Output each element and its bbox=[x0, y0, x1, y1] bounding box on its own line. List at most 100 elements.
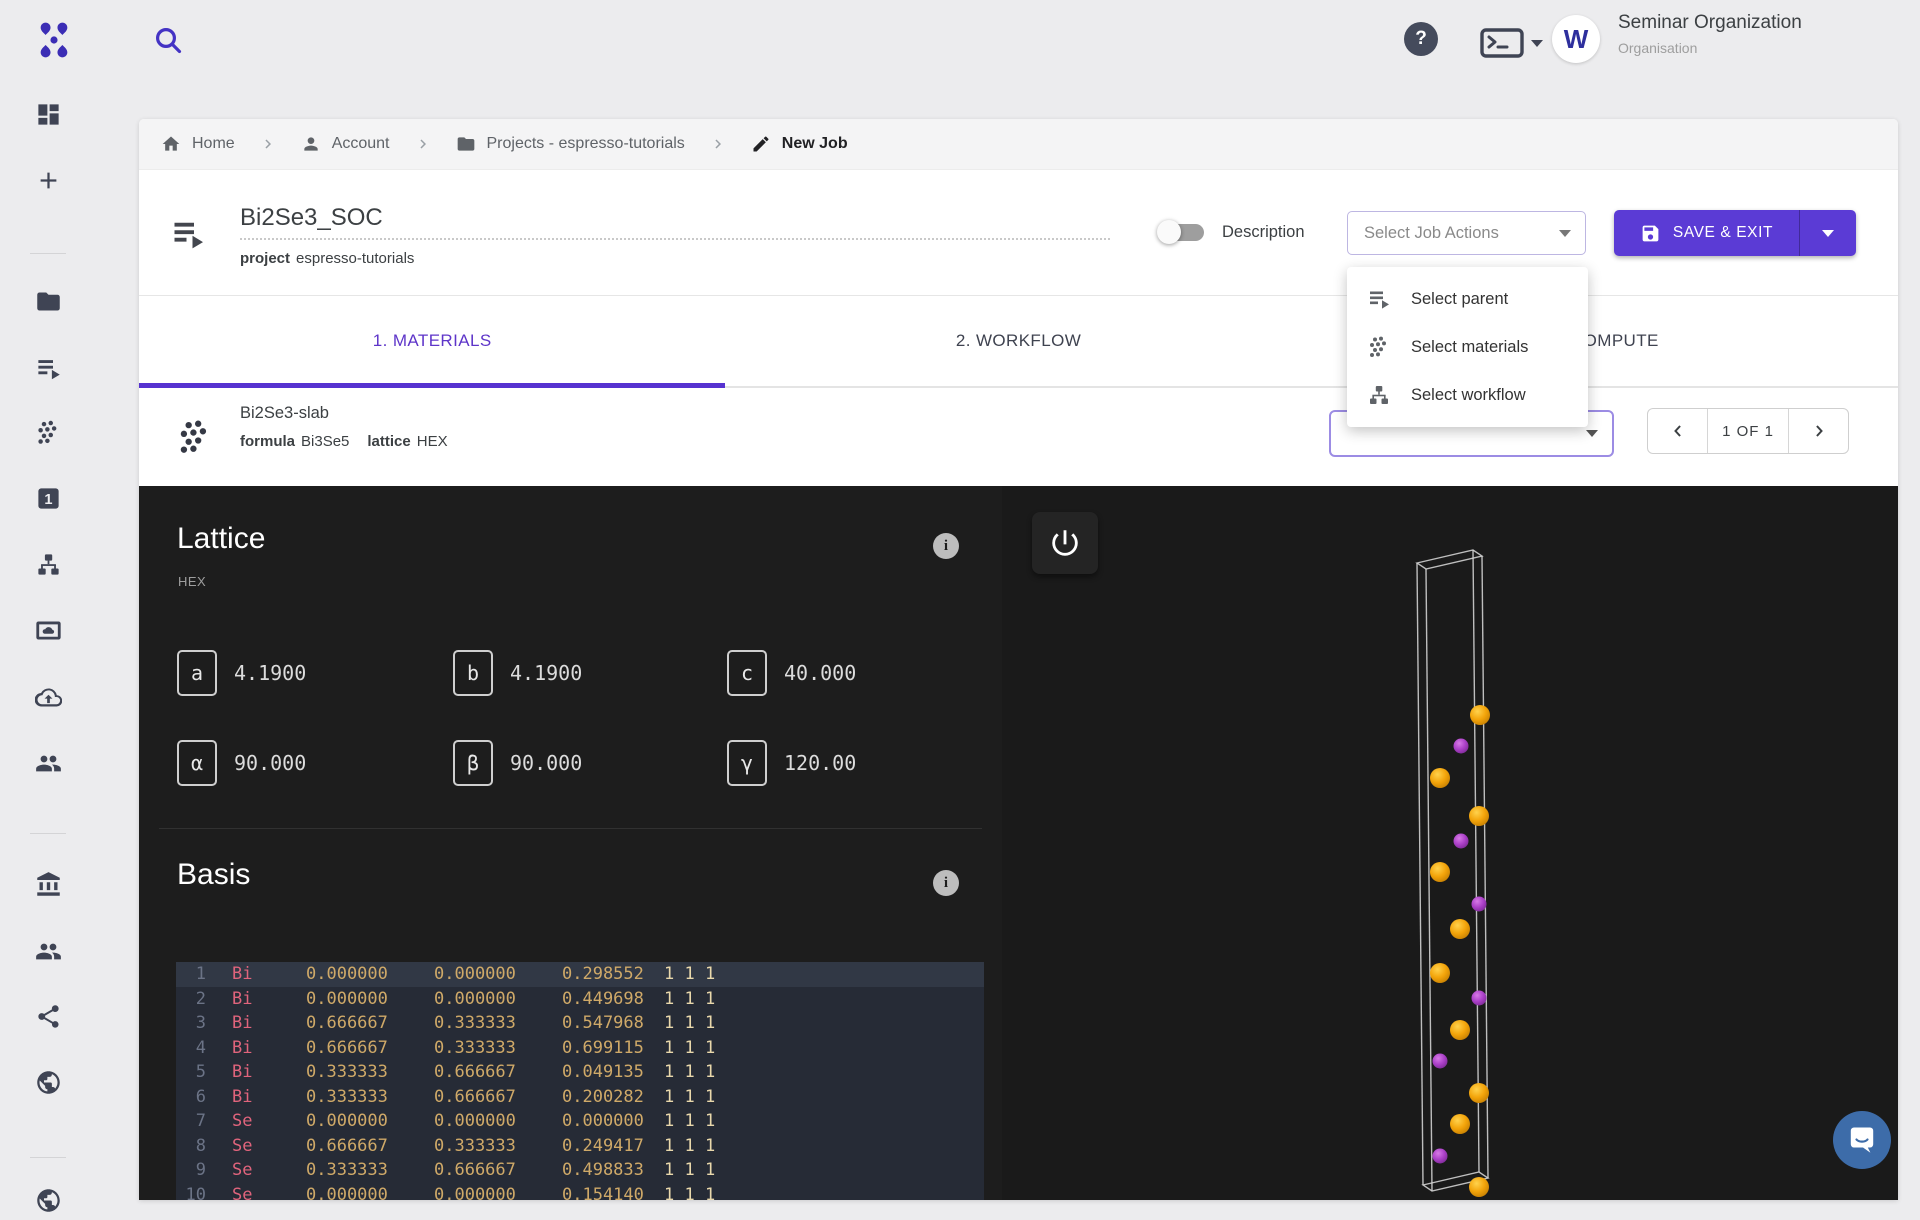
basis-row[interactable]: 1Bi0.0000000.0000000.2985521 1 1 bbox=[176, 962, 984, 987]
tab-workflow[interactable]: 2. WORKFLOW bbox=[725, 296, 1311, 386]
breadcrumb-item-new-job[interactable]: New Job bbox=[751, 134, 848, 154]
breadcrumb-item-projects-espresso-tutorials[interactable]: Projects - espresso-tutorials bbox=[456, 134, 685, 154]
basis-row[interactable]: 10Se0.0000000.0000000.1541401 1 1 bbox=[176, 1183, 984, 1201]
lattice-value-a[interactable]: 4.1900 bbox=[234, 661, 306, 685]
top-bar: ? W Seminar Organization Organisation bbox=[0, 0, 1920, 119]
console-menu-button[interactable] bbox=[1478, 25, 1548, 61]
basis-row[interactable]: 5Bi0.3333330.6666670.0491351 1 1 bbox=[176, 1060, 984, 1085]
atom-Se[interactable] bbox=[1450, 1114, 1470, 1134]
sidebar-item-default-material[interactable]: 1 bbox=[28, 478, 68, 518]
job-actions-select[interactable]: Select Job Actions bbox=[1347, 211, 1586, 255]
atom-Bi[interactable] bbox=[1454, 834, 1469, 849]
breadcrumb-separator-icon bbox=[259, 135, 277, 153]
coord-x: 0.333333 bbox=[306, 1158, 394, 1183]
basis-section-title: Basis bbox=[177, 858, 250, 892]
lattice-value-gamma[interactable]: 120.00 bbox=[784, 751, 856, 775]
material-name[interactable]: Bi2Se3-slab bbox=[240, 404, 329, 423]
menu-item-label: Select parent bbox=[1411, 290, 1508, 309]
tab-materials[interactable]: 1. MATERIALS bbox=[139, 296, 725, 386]
coord-x: 0.333333 bbox=[306, 1085, 394, 1110]
basis-info-icon[interactable]: i bbox=[933, 870, 959, 896]
basis-editor[interactable]: 1Bi0.0000000.0000000.2985521 1 12Bi0.000… bbox=[176, 962, 984, 1200]
atom-Se[interactable] bbox=[1470, 705, 1490, 725]
breadcrumb-item-home[interactable]: Home bbox=[161, 134, 235, 154]
save-options-button[interactable] bbox=[1800, 210, 1856, 256]
menu-item-select-materials[interactable]: Select materials bbox=[1347, 323, 1588, 371]
line-number: 10 bbox=[176, 1183, 206, 1201]
lattice-symbol-gamma: γ bbox=[727, 740, 767, 786]
crystal-cell-canvas[interactable] bbox=[1002, 486, 1898, 1200]
sidebar-item-images[interactable] bbox=[28, 610, 68, 650]
menu-item-select-workflow[interactable]: Select workflow bbox=[1347, 371, 1588, 419]
help-icon[interactable]: ? bbox=[1404, 22, 1438, 56]
basis-row[interactable]: 6Bi0.3333330.6666670.2002821 1 1 bbox=[176, 1085, 984, 1110]
sidebar-item-shared[interactable] bbox=[28, 996, 68, 1036]
atom-Se[interactable] bbox=[1450, 919, 1470, 939]
breadcrumb-separator-icon bbox=[414, 135, 432, 153]
lattice-field-b[interactable]: b 4.1900 bbox=[453, 650, 727, 696]
page-count: 1 OF 1 bbox=[1707, 409, 1789, 453]
lattice-symbol-b: b bbox=[453, 650, 493, 696]
breadcrumb-item-account[interactable]: Account bbox=[301, 134, 390, 154]
next-page-button[interactable] bbox=[1789, 409, 1848, 453]
sidebar-item-web[interactable] bbox=[28, 1180, 68, 1220]
save-exit-main[interactable]: SAVE & EXIT bbox=[1614, 223, 1799, 244]
avatar[interactable]: W bbox=[1552, 15, 1600, 63]
sidebar-item-dashboard[interactable] bbox=[28, 94, 68, 134]
atom-Se[interactable] bbox=[1430, 862, 1450, 882]
lattice-field-beta[interactable]: β90.000 bbox=[453, 740, 727, 786]
organization-block[interactable]: Seminar Organization Organisation bbox=[1618, 13, 1802, 55]
atom-Bi[interactable] bbox=[1433, 1054, 1448, 1069]
sidebar-item-projects[interactable] bbox=[28, 281, 68, 321]
active-tab-indicator bbox=[139, 383, 725, 388]
lattice-value-c[interactable]: 40.000 bbox=[784, 661, 856, 685]
lattice-field-alpha[interactable]: α 90.000 bbox=[177, 740, 453, 786]
lattice-field-c[interactable]: c40.000 bbox=[727, 650, 967, 696]
sidebar-item-members[interactable] bbox=[28, 931, 68, 971]
basis-row[interactable]: 9Se0.3333330.6666670.4988331 1 1 bbox=[176, 1158, 984, 1183]
atom-Bi[interactable] bbox=[1472, 991, 1487, 1006]
description-toggle[interactable] bbox=[1160, 224, 1204, 241]
menu-item-select-parent[interactable]: Select parent bbox=[1347, 275, 1588, 323]
atom-Bi[interactable] bbox=[1472, 897, 1487, 912]
sidebar-item-organization[interactable] bbox=[28, 864, 68, 904]
sidebar-item-create-new[interactable] bbox=[28, 160, 68, 200]
constraint-flags: 1 1 1 bbox=[664, 1158, 715, 1183]
lattice-value-alpha[interactable]: 90.000 bbox=[234, 751, 306, 775]
viewer-power-button[interactable] bbox=[1032, 512, 1098, 574]
atom-Se[interactable] bbox=[1469, 1083, 1489, 1103]
search-icon[interactable] bbox=[152, 24, 184, 56]
job-title[interactable]: Bi2Se3_SOC bbox=[240, 204, 383, 232]
structure-viewer[interactable] bbox=[1002, 486, 1898, 1200]
atom-Se[interactable] bbox=[1469, 1177, 1489, 1197]
lattice-field-a[interactable]: a4.1900 bbox=[177, 650, 453, 696]
save-exit-button[interactable]: SAVE & EXIT bbox=[1614, 210, 1856, 256]
sidebar-item-uploads[interactable] bbox=[28, 677, 68, 717]
basis-row[interactable]: 8Se0.6666670.3333330.2494171 1 1 bbox=[176, 1134, 984, 1159]
job-actions-menu: Select parent Select materialsSelect work… bbox=[1347, 267, 1588, 427]
atom-Se[interactable] bbox=[1450, 1020, 1470, 1040]
basis-row[interactable]: 2Bi0.0000000.0000000.4496981 1 1 bbox=[176, 987, 984, 1012]
prev-page-button[interactable] bbox=[1648, 409, 1707, 453]
basis-row[interactable]: 7Se0.0000000.0000000.0000001 1 1 bbox=[176, 1109, 984, 1134]
basis-row[interactable]: 3Bi0.6666670.3333330.5479681 1 1 bbox=[176, 1011, 984, 1036]
lattice-symbol-alpha: α bbox=[177, 740, 217, 786]
atom-Se[interactable] bbox=[1430, 963, 1450, 983]
lattice-field-gamma[interactable]: γ 120.00 bbox=[727, 740, 967, 786]
sidebar-item-team[interactable] bbox=[28, 743, 68, 783]
cell-edge bbox=[1417, 563, 1423, 1185]
lattice-value-beta[interactable]: 90.000 bbox=[510, 751, 582, 775]
sidebar-item-materials[interactable] bbox=[28, 412, 68, 452]
basis-row[interactable]: 4Bi0.6666670.3333330.6991151 1 1 bbox=[176, 1036, 984, 1061]
atom-Se[interactable] bbox=[1430, 768, 1450, 788]
chat-launcher[interactable] bbox=[1833, 1111, 1891, 1169]
atom-Se[interactable] bbox=[1469, 806, 1489, 826]
sidebar-item-public[interactable] bbox=[28, 1062, 68, 1102]
atom-Bi[interactable] bbox=[1433, 1149, 1448, 1164]
atom-Bi[interactable] bbox=[1454, 739, 1469, 754]
sidebar-item-jobs[interactable] bbox=[28, 348, 68, 388]
default-material-icon: 1 bbox=[35, 485, 62, 512]
lattice-info-icon[interactable]: i bbox=[933, 533, 959, 559]
sidebar-item-workflows[interactable] bbox=[28, 544, 68, 584]
lattice-value-b[interactable]: 4.1900 bbox=[510, 661, 582, 685]
